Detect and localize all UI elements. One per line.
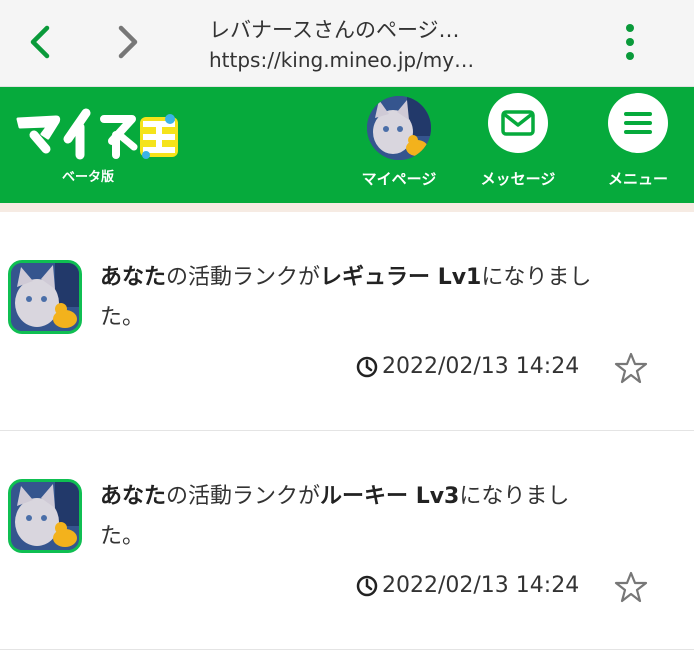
mail-icon bbox=[501, 110, 535, 136]
feed-middle: の活動ランクが bbox=[166, 484, 321, 509]
browser-toolbar: レバナースさんのページ… https://king.mineo.jp/my… bbox=[0, 0, 694, 87]
page-title[interactable]: レバナースさんのページ… bbox=[209, 14, 509, 44]
chevron-right-icon bbox=[118, 25, 138, 59]
feed-subject[interactable]: あなた bbox=[100, 265, 166, 290]
clock-icon bbox=[356, 575, 378, 596]
url-bar[interactable]: https://king.mineo.jp/my… bbox=[209, 48, 509, 72]
feed-tail-2: た。 bbox=[100, 305, 145, 330]
menu-button[interactable]: メニュー bbox=[588, 93, 688, 193]
messages-button[interactable]: メッセージ bbox=[468, 93, 568, 193]
mypage-button[interactable]: マイページ bbox=[349, 93, 449, 193]
avatar[interactable] bbox=[8, 260, 82, 334]
feed-tail: になりまし bbox=[459, 484, 570, 509]
timestamp-text: 2022/02/13 14:24 bbox=[382, 354, 580, 379]
hamburger-icon bbox=[624, 112, 652, 134]
menu-icon-circle bbox=[608, 93, 668, 153]
browser-menu-button[interactable] bbox=[606, 18, 654, 66]
forward-button[interactable] bbox=[104, 18, 152, 66]
timestamp-text: 2022/02/13 14:24 bbox=[382, 573, 580, 598]
back-button[interactable] bbox=[16, 18, 64, 66]
messages-label: メッセージ bbox=[480, 170, 556, 188]
logo-mark bbox=[16, 108, 178, 160]
feed-rank: ルーキー Lv3 bbox=[320, 484, 460, 509]
cat-avatar-icon bbox=[367, 96, 431, 160]
menu-label: メニュー bbox=[607, 170, 668, 188]
chevron-left-icon bbox=[30, 25, 50, 59]
cat-avatar-icon bbox=[11, 482, 79, 550]
avatar[interactable] bbox=[8, 479, 82, 553]
feed-subject[interactable]: あなた bbox=[100, 484, 166, 509]
header-divider bbox=[0, 203, 694, 212]
site-logo[interactable] bbox=[12, 105, 182, 167]
clock-icon bbox=[356, 356, 378, 377]
avatar bbox=[367, 96, 431, 160]
more-vertical-icon bbox=[626, 24, 634, 60]
feed-tail-2: た。 bbox=[100, 524, 145, 549]
logo-subtitle: ベータ版 bbox=[62, 170, 115, 185]
cat-avatar-icon bbox=[11, 263, 79, 331]
message-icon-circle bbox=[488, 93, 548, 153]
list-item[interactable]: あなたの活動ランクがレギュラー Lv1になりました。 2022/02/13 14… bbox=[0, 212, 694, 431]
mypage-label: マイページ bbox=[361, 170, 437, 188]
feed-middle: の活動ランクが bbox=[166, 265, 321, 290]
star-icon[interactable] bbox=[614, 570, 648, 604]
feed-message: あなたの活動ランクがレギュラー Lv1になりました。 bbox=[100, 258, 670, 338]
feed-rank: レギュラー Lv1 bbox=[320, 265, 482, 290]
feed-timestamp: 2022/02/13 14:24 bbox=[356, 573, 579, 598]
star-icon[interactable] bbox=[614, 351, 648, 385]
list-item[interactable]: あなたの活動ランクがルーキー Lv3になりました。 2022/02/13 14:… bbox=[0, 431, 694, 650]
feed-tail: になりまし bbox=[481, 265, 592, 290]
feed-message: あなたの活動ランクがルーキー Lv3になりました。 bbox=[100, 477, 670, 557]
feed-timestamp: 2022/02/13 14:24 bbox=[356, 354, 579, 379]
